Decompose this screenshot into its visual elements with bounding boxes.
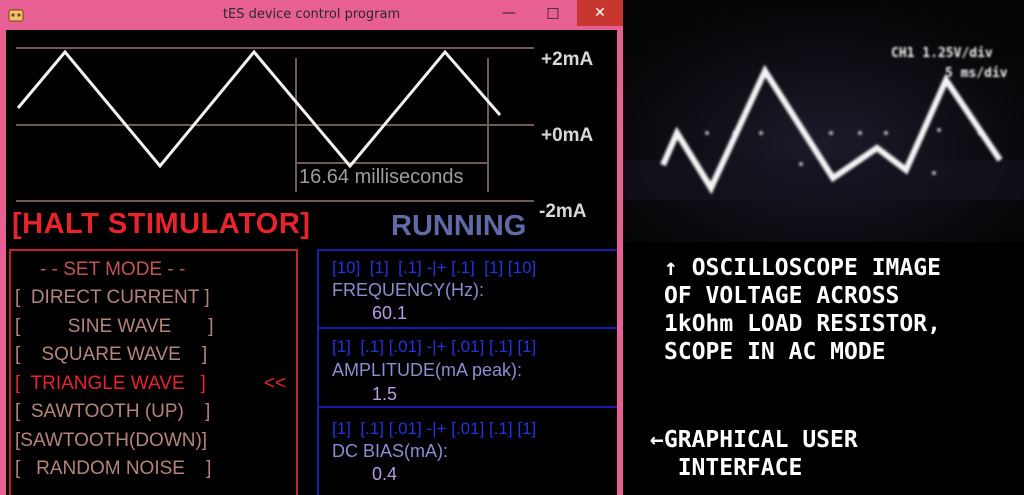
frequency-label: FREQUENCY(Hz): — [332, 280, 484, 300]
mode-sine-wave[interactable]: [ SINE WAVE ] — [15, 316, 213, 338]
client-area: +2mA +0mA -2mA 16.64 milliseconds [HALT … — [6, 30, 617, 495]
mode-triangle-wave[interactable]: [ TRIANGLE WAVE ] — [15, 373, 206, 395]
amplitude-step-buttons[interactable]: [1] [.1] [.01] -|+ [.01] [.1] [1] — [332, 337, 536, 357]
close-icon: ✕ — [594, 5, 606, 21]
gui-annotation: ←GRAPHICAL USER INTERFACE — [650, 427, 858, 481]
axis-label-min: -2mA — [539, 201, 587, 222]
amplitude-value: 1.5 — [372, 384, 398, 404]
mode-sawtooth-down[interactable]: [SAWTOOTH(DOWN)] — [15, 430, 207, 452]
frequency-step-buttons[interactable]: [10] [1] [.1] -|+ [.1] [1] [10] — [332, 258, 536, 278]
close-button[interactable]: ✕ — [577, 0, 623, 26]
mode-random-noise[interactable]: [ RANDOM NOISE ] — [15, 458, 211, 480]
mode-square-wave[interactable]: [ SQUARE WAVE ] — [15, 344, 207, 366]
scope-timebase-readout: 5 ms/div — [945, 66, 1008, 81]
oscilloscope-annotation: ↑ OSCILLOSCOPE IMAGE OF VOLTAGE ACROSS 1… — [664, 255, 941, 365]
triangle-waveform — [16, 49, 502, 169]
title-bar[interactable]: tES device control program — □ ✕ — [0, 0, 623, 30]
minimize-button[interactable]: — — [487, 0, 531, 26]
scope-channel-readout: CH1 1.25V/div — [891, 46, 993, 61]
dc-bias-label: DC BIAS(mA): — [332, 441, 449, 461]
selected-mode-marker: << — [264, 373, 287, 394]
mode-sawtooth-up[interactable]: [ SAWTOOTH (UP) ] — [15, 401, 210, 423]
minimize-icon: — — [502, 5, 516, 21]
frequency-value: 60.1 — [372, 303, 408, 323]
running-status: RUNNING — [391, 210, 527, 242]
mode-panel-title: - - SET MODE - - — [40, 259, 186, 280]
waveform-display — [16, 47, 534, 202]
amplitude-label: AMPLITUDE(mA peak): — [332, 360, 523, 380]
dc-bias-step-buttons[interactable]: [1] [.1] [.01] -|+ [.01] [.1] [1] — [332, 419, 536, 439]
axis-label-max: +2mA — [541, 49, 594, 70]
maximize-button[interactable]: □ — [531, 0, 575, 26]
app-window: tES device control program — □ ✕ +2mA +0… — [0, 0, 623, 495]
halt-stimulator-button[interactable]: [HALT STIMULATOR] — [12, 208, 310, 241]
oscilloscope-trace — [623, 0, 1024, 242]
dc-bias-value: 0.4 — [372, 464, 398, 484]
oscilloscope-photo: CH1 1.25V/div 5 ms/div — [623, 0, 1024, 242]
period-label: 16.64 milliseconds — [299, 166, 464, 188]
mode-direct-current[interactable]: [ DIRECT CURRENT ] — [15, 287, 210, 309]
axis-label-zero: +0mA — [541, 125, 594, 146]
maximize-icon: □ — [546, 5, 560, 21]
